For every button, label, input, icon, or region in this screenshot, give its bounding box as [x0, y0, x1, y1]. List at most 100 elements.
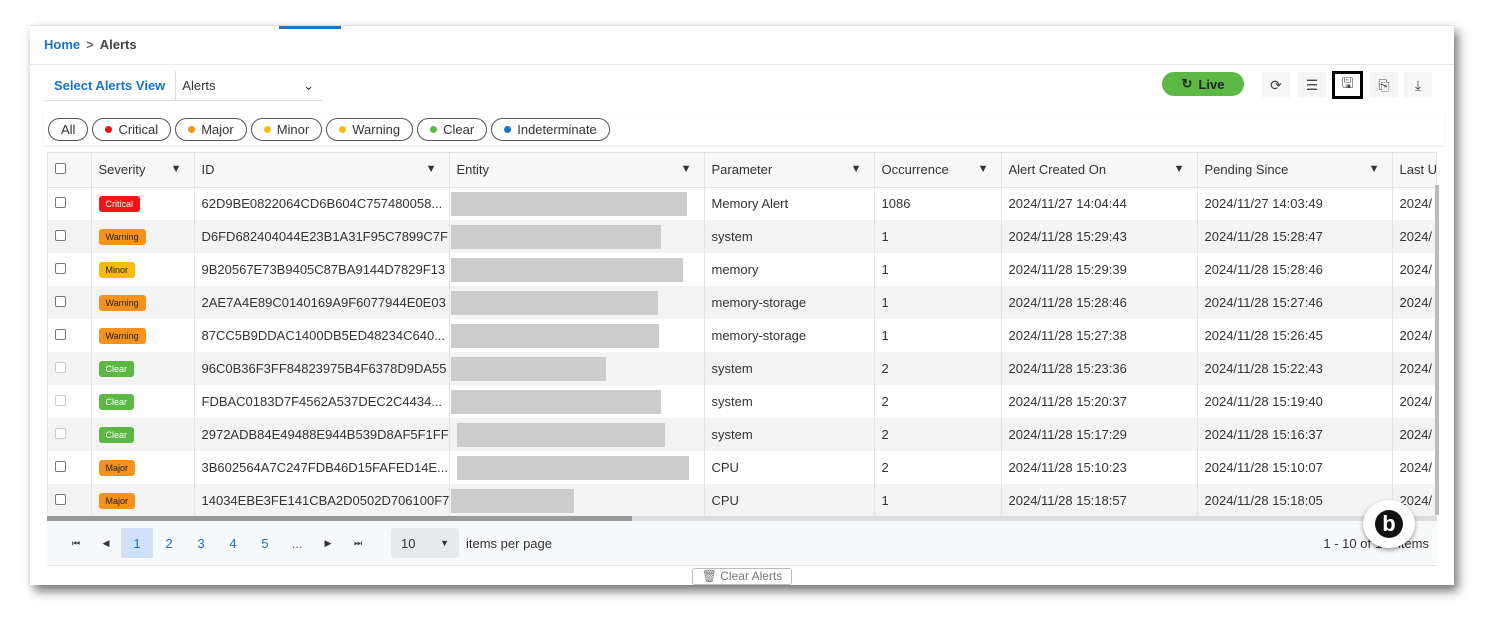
pending-cell: 2024/11/28 15:18:05 — [1197, 484, 1393, 517]
last-cell: 2024/ — [1392, 253, 1436, 286]
filter-icon[interactable]: ▼ — [681, 163, 692, 175]
occurrence-cell: 1 — [874, 286, 1002, 319]
last-cell: 2024/ — [1392, 418, 1436, 451]
items-per-page-label: items per page — [466, 535, 552, 551]
refresh-button[interactable]: ⟳ — [1262, 72, 1290, 98]
filter-chip-clear[interactable]: Clear — [417, 117, 488, 141]
status-dot-icon — [430, 125, 438, 133]
vertical-scrollbar[interactable] — [1435, 185, 1439, 515]
checkbox-cell — [48, 385, 92, 418]
filter-icon[interactable]: ▼ — [426, 163, 437, 175]
column-header-entity[interactable]: Entity ▼ — [449, 153, 705, 188]
column-header-severity[interactable]: Severity ▼ — [91, 153, 195, 188]
page-2-button[interactable]: 2 — [153, 528, 185, 558]
column-header-label: Parameter — [711, 162, 773, 178]
divider — [30, 64, 1454, 65]
table-row[interactable]: Major 3B602564A7C247FDB46D15FAFED14E... CP… — [48, 451, 1436, 484]
table-row[interactable]: Critical 62D9BE0822064CD6B604C757480058..… — [48, 187, 1436, 220]
filter-icon[interactable]: ▼ — [978, 163, 989, 175]
table-row[interactable]: Clear FDBAC0183D7F4562A537DEC2C4434... sys… — [48, 385, 1436, 418]
occurrence-cell: 2 — [874, 451, 1002, 484]
table-row[interactable]: Major 14034EBE3FE141CBA2D0502D706100F7 CPU… — [48, 484, 1436, 517]
first-page-button[interactable]: ⏮ — [61, 528, 91, 558]
filter-chip-minor[interactable]: Minor — [250, 117, 323, 141]
row-checkbox[interactable] — [55, 263, 66, 274]
row-checkbox[interactable] — [55, 296, 66, 307]
live-button[interactable]: ↻ Live — [1162, 72, 1244, 96]
columns-button[interactable]: ☰ — [1298, 72, 1326, 98]
filter-chip-label: Major — [201, 121, 234, 137]
occurrence-cell: 1 — [874, 253, 1002, 286]
save-as-view-button[interactable]: ⎘ — [1370, 72, 1398, 98]
breadcrumb-home[interactable]: Home — [44, 37, 80, 52]
checkbox-cell — [48, 187, 92, 220]
pending-cell: 2024/11/28 15:19:40 — [1197, 385, 1393, 418]
table-row[interactable]: Warning 87CC5B9DDAC1400DB5ED48234C640... m… — [48, 319, 1436, 352]
page-4-button[interactable]: 4 — [217, 528, 249, 558]
last-page-button[interactable]: ⏭ — [343, 528, 373, 558]
select-all-checkbox[interactable] — [55, 163, 66, 175]
row-checkbox[interactable] — [55, 362, 66, 373]
column-header-occurrence[interactable]: Occurrence ▼ — [874, 153, 1002, 188]
row-checkbox[interactable] — [55, 329, 66, 340]
last-cell: 2024/ — [1392, 319, 1436, 352]
filter-chip-major[interactable]: Major — [175, 117, 247, 141]
occurrence-cell: 1 — [874, 484, 1002, 517]
column-header-pending-since[interactable]: Pending Since ▼ — [1197, 153, 1393, 188]
table-footer: 🗑 Clear Alerts — [47, 565, 1437, 585]
column-header-parameter[interactable]: Parameter ▼ — [704, 153, 875, 188]
status-dot-icon — [188, 125, 196, 133]
column-header-id[interactable]: ID ▼ — [194, 153, 450, 188]
filter-icon[interactable]: ▼ — [171, 163, 182, 175]
alerts-view-dropdown[interactable]: Alerts ⌄ — [176, 78, 322, 94]
parameter-cell: system — [704, 220, 875, 253]
row-checkbox[interactable] — [55, 494, 66, 505]
severity-cell: Major — [91, 484, 195, 517]
select-all-cell — [48, 153, 92, 188]
download-button[interactable]: ⤓ — [1404, 72, 1432, 98]
next-page-button[interactable]: ▶ — [313, 528, 343, 558]
table-row[interactable]: Clear 2972ADB84E49488E944B539D8AF5F1FF sys… — [48, 418, 1436, 451]
page-1-button[interactable]: 1 — [121, 528, 153, 558]
filter-chip-all[interactable]: All — [48, 117, 89, 141]
page-5-button[interactable]: 5 — [249, 528, 281, 558]
entity-redacted — [450, 290, 658, 315]
filter-icon[interactable]: ▼ — [851, 163, 862, 175]
created-cell: 2024/11/28 15:29:43 — [1001, 220, 1198, 253]
entity-redacted — [450, 389, 661, 414]
page-more-button[interactable]: ... — [281, 528, 313, 558]
top-tabs — [30, 25, 1454, 29]
save-view-button[interactable]: 🖫 — [1332, 71, 1363, 99]
pending-cell: 2024/11/27 14:03:49 — [1197, 187, 1393, 220]
created-cell: 2024/11/28 15:27:38 — [1001, 319, 1198, 352]
filter-chip-indeterminate[interactable]: Indeterminate — [491, 117, 610, 141]
assistant-button[interactable]: b — [1363, 500, 1415, 548]
row-checkbox[interactable] — [55, 395, 66, 406]
row-checkbox[interactable] — [55, 428, 66, 439]
page-size-dropdown[interactable]: 10 ▼ — [391, 528, 459, 558]
page-3-button[interactable]: 3 — [185, 528, 217, 558]
row-checkbox[interactable] — [55, 230, 66, 241]
filter-chip-warning[interactable]: Warning — [326, 117, 414, 141]
severity-cell: Warning — [91, 319, 195, 352]
filter-icon[interactable]: ▼ — [1174, 163, 1185, 175]
id-cell: 2972ADB84E49488E944B539D8AF5F1FF — [194, 418, 450, 451]
table-row[interactable]: Warning D6FD682404044E23B1A31F95C7899C7F s… — [48, 220, 1436, 253]
filter-icon[interactable]: ▼ — [1369, 163, 1380, 175]
clear-alerts-button[interactable]: 🗑 Clear Alerts — [692, 568, 792, 585]
table-row[interactable]: Warning 2AE7A4E89C0140169A9F6077944E0E03 m… — [48, 286, 1436, 319]
column-header-last-u[interactable]: Last U — [1392, 153, 1436, 188]
row-checkbox[interactable] — [55, 461, 66, 472]
row-checkbox[interactable] — [55, 197, 66, 209]
table-row[interactable]: Minor 9B20567E73B9405C87BA9144D7829F13 mem… — [48, 253, 1436, 286]
column-header-alert-created-on[interactable]: Alert Created On ▼ — [1001, 153, 1198, 188]
created-cell: 2024/11/28 15:28:46 — [1001, 286, 1198, 319]
table-row[interactable]: Clear 96C0B36F3FF84823975B4F6378D9DA55 sys… — [48, 352, 1436, 385]
entity-cell — [449, 253, 705, 286]
checkbox-cell — [48, 319, 92, 352]
columns-icon: ☰ — [1305, 76, 1319, 93]
column-header-label: Occurrence — [881, 162, 949, 178]
filter-chip-critical[interactable]: Critical — [92, 117, 172, 141]
entity-redacted — [456, 422, 665, 447]
prev-page-button[interactable]: ◀ — [91, 528, 121, 558]
